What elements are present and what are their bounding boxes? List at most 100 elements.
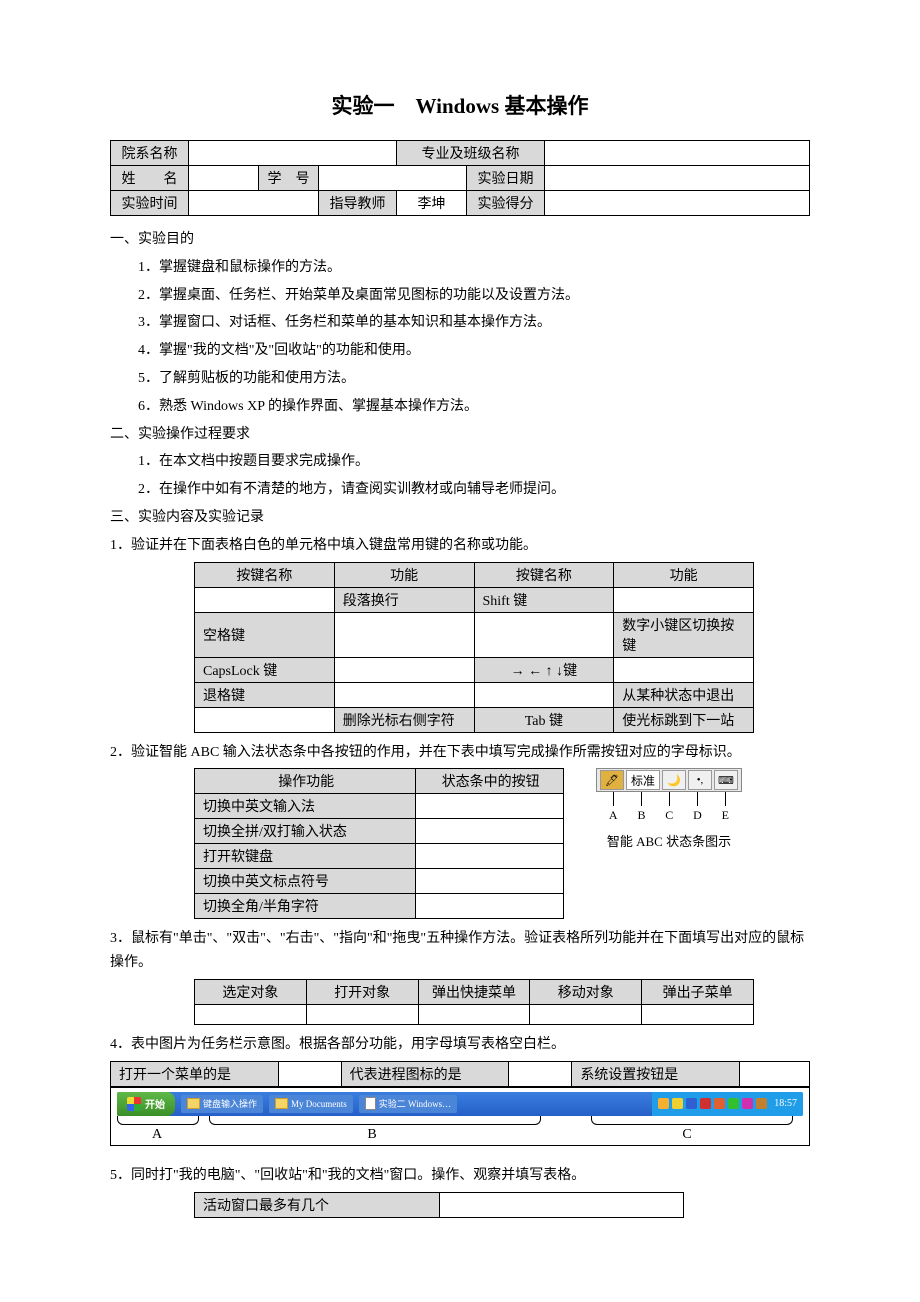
q4-cell[interactable]	[278, 1061, 341, 1086]
abc-table: 操作功能状态条中的按钮 切换中英文输入法 切换全拼/双打输入状态 打开软键盘 切…	[194, 768, 564, 919]
kb-cell: 退格键	[195, 682, 335, 707]
tick-d: D	[693, 808, 702, 823]
s1-item: 5．了解剪贴板的功能和使用方法。	[110, 367, 810, 391]
abc-cell[interactable]	[416, 819, 564, 844]
kb-cell[interactable]	[334, 657, 474, 682]
tray-icon	[672, 1098, 683, 1109]
section-2-heading: 二、实验操作过程要求	[110, 423, 810, 447]
q4-table: 打开一个菜单的是 代表进程图标的是 系统设置按钮是	[110, 1061, 810, 1087]
tray-clock: 18:57	[774, 1098, 797, 1109]
field-time[interactable]	[189, 191, 319, 216]
label-sid: 学 号	[259, 166, 319, 191]
tick-c: C	[665, 808, 673, 823]
s1-item: 1．掌握键盘和鼠标操作的方法。	[110, 256, 810, 280]
ime-keyboard-icon: ⌨	[714, 770, 738, 790]
q4-cell[interactable]	[740, 1061, 810, 1086]
label-score: 实验得分	[467, 191, 545, 216]
kb-cell[interactable]	[474, 682, 614, 707]
tick-b: B	[637, 808, 645, 823]
abc-cell: 切换中英文输入法	[195, 794, 416, 819]
windows-logo-icon	[127, 1097, 141, 1111]
kb-cell: 删除光标右侧字符	[334, 707, 474, 732]
kb-cell[interactable]	[614, 587, 754, 612]
abc-caption: 智能 ABC 状态条图示	[584, 831, 754, 850]
q4-label: 代表进程图标的是	[341, 1061, 509, 1086]
kb-cell[interactable]	[195, 587, 335, 612]
ime-moon-icon: 🌙	[662, 770, 686, 790]
abc-cell: 切换全角/半角字符	[195, 894, 416, 919]
section-1-heading: 一、实验目的	[110, 228, 810, 252]
kb-cell: Tab 键	[474, 707, 614, 732]
kb-cell[interactable]	[474, 612, 614, 657]
s1-item: 4．掌握"我的文档"及"回收站"的功能和使用。	[110, 339, 810, 363]
field-teacher: 李坤	[397, 191, 467, 216]
field-sid[interactable]	[319, 166, 467, 191]
mouse-cell[interactable]	[418, 1004, 530, 1024]
kb-cell: 使光标跳到下一站	[614, 707, 754, 732]
kb-cell: Shift 键	[474, 587, 614, 612]
label-b: B	[207, 1127, 537, 1143]
q5-table: 活动窗口最多有几个	[194, 1192, 684, 1218]
folder-icon	[187, 1098, 200, 1109]
label-class: 专业及班级名称	[397, 141, 545, 166]
kb-cell[interactable]	[195, 707, 335, 732]
abc-hdr: 状态条中的按钮	[416, 769, 564, 794]
field-class[interactable]	[545, 141, 810, 166]
taskbar-container: 开始 键盘输入操作 My Documents 实验二 Windows… 18:5…	[110, 1087, 810, 1146]
abc-cell[interactable]	[416, 869, 564, 894]
abc-cell[interactable]	[416, 794, 564, 819]
q5-cell[interactable]	[439, 1192, 684, 1217]
q5-label: 活动窗口最多有几个	[195, 1192, 440, 1217]
ime-status-bar: 🖊 标准 🌙 •, ⌨	[596, 768, 742, 792]
mouse-cell[interactable]	[195, 1004, 307, 1024]
field-name[interactable]	[189, 166, 259, 191]
mouse-hdr: 弹出快捷菜单	[418, 979, 530, 1004]
tick-e: E	[722, 808, 729, 823]
field-dept[interactable]	[189, 141, 397, 166]
kb-cell: 段落换行	[334, 587, 474, 612]
tray-icon	[756, 1098, 767, 1109]
kb-cell: CapsLock 键	[195, 657, 335, 682]
kb-hdr: 功能	[334, 562, 474, 587]
tray-icon	[686, 1098, 697, 1109]
label-name: 姓 名	[111, 166, 189, 191]
header-table: 院系名称 专业及班级名称 姓 名 学 号 实验日期 实验时间 指导教师 李坤 实…	[110, 140, 810, 216]
field-score[interactable]	[545, 191, 810, 216]
kb-cell[interactable]	[334, 612, 474, 657]
kb-hdr: 按键名称	[195, 562, 335, 587]
abc-hdr: 操作功能	[195, 769, 416, 794]
ime-icon: 🖊	[600, 770, 624, 790]
document-icon	[365, 1097, 376, 1110]
abc-cell: 切换中英文标点符号	[195, 869, 416, 894]
taskbar-image: 开始 键盘输入操作 My Documents 实验二 Windows… 18:5…	[117, 1092, 803, 1116]
mouse-hdr: 弹出子菜单	[642, 979, 754, 1004]
tray-icon	[700, 1098, 711, 1109]
abc-cell[interactable]	[416, 844, 564, 869]
mouse-table: 选定对象 打开对象 弹出快捷菜单 移动对象 弹出子菜单	[194, 979, 754, 1025]
mouse-cell[interactable]	[642, 1004, 754, 1024]
mouse-cell[interactable]	[530, 1004, 642, 1024]
abc-figure: 🖊 标准 🌙 •, ⌨ A B C D E 智能 ABC 状态条图示	[584, 768, 754, 850]
s2-item: 2．在操作中如有不清楚的地方，请查阅实训教材或向辅导老师提问。	[110, 478, 810, 502]
kb-cell[interactable]	[334, 682, 474, 707]
q1-text: 1．验证并在下面表格白色的单元格中填入键盘常用键的名称或功能。	[110, 534, 810, 558]
keyboard-table: 按键名称 功能 按键名称 功能 段落换行Shift 键 空格键数字小键区切换按键…	[194, 562, 754, 733]
abc-cell: 切换全拼/双打输入状态	[195, 819, 416, 844]
s1-item: 3．掌握窗口、对话框、任务栏和菜单的基本知识和基本操作方法。	[110, 311, 810, 335]
abc-cell: 打开软键盘	[195, 844, 416, 869]
field-date[interactable]	[545, 166, 810, 191]
folder-icon	[275, 1098, 288, 1109]
q2-text: 2．验证智能 ABC 输入法状态条中各按钮的作用，并在下表中填写完成操作所需按钮…	[110, 741, 810, 765]
mouse-hdr: 打开对象	[306, 979, 418, 1004]
q4-cell[interactable]	[509, 1061, 572, 1086]
tray-icon	[714, 1098, 725, 1109]
kb-hdr: 按键名称	[474, 562, 614, 587]
kb-cell[interactable]	[614, 657, 754, 682]
mouse-cell[interactable]	[306, 1004, 418, 1024]
ime-standard: 标准	[626, 770, 660, 790]
abc-cell[interactable]	[416, 894, 564, 919]
s1-item: 6．熟悉 Windows XP 的操作界面、掌握基本操作方法。	[110, 395, 810, 419]
mouse-hdr: 移动对象	[530, 979, 642, 1004]
taskbar-item: My Documents	[269, 1095, 353, 1113]
label-a: A	[117, 1127, 197, 1143]
